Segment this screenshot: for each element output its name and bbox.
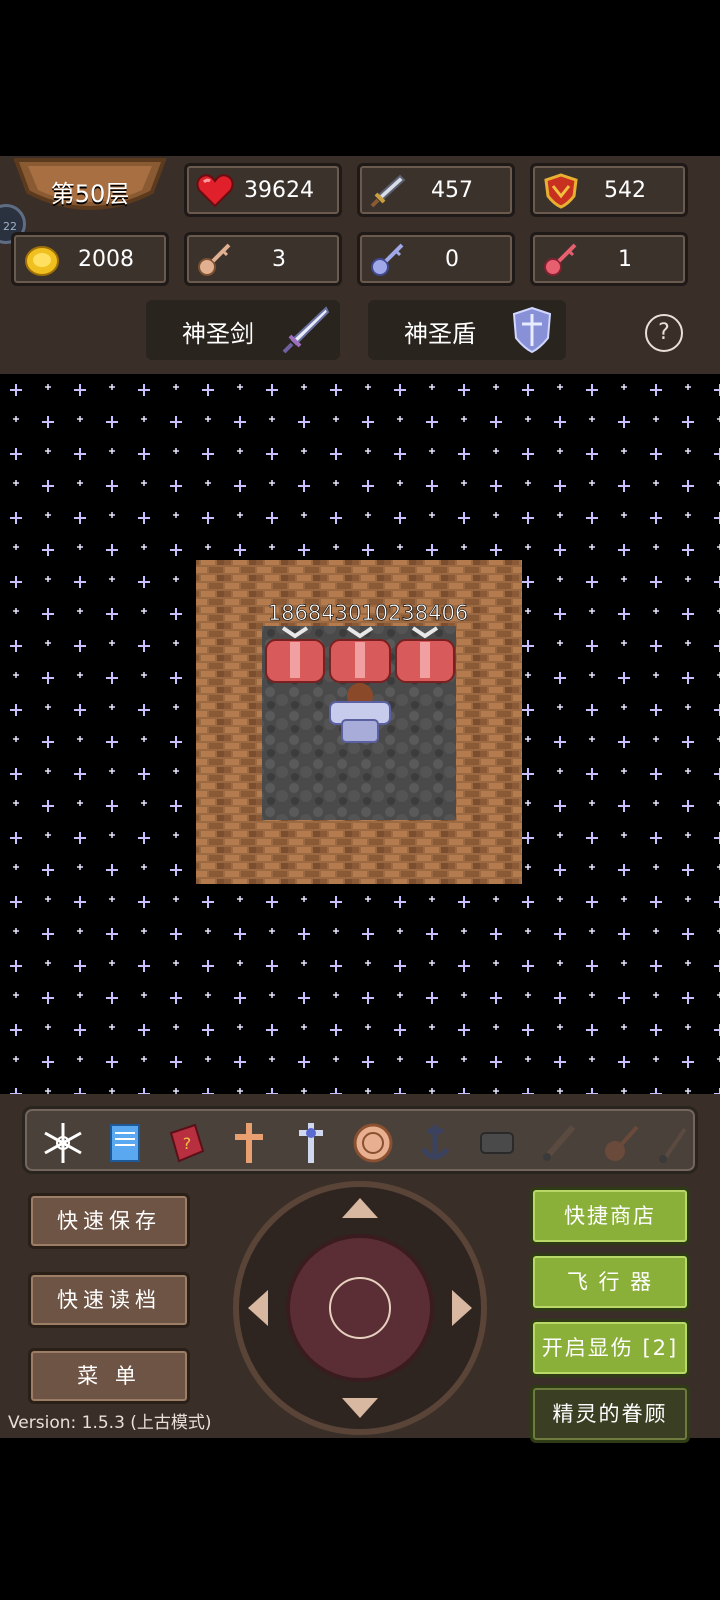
staff-icon[interactable] [649,1119,697,1167]
quick-save-button[interactable]: 快速保存 [28,1193,190,1249]
weapon-slot[interactable]: 神圣剑 [146,300,340,360]
attack-value: 457 [431,178,473,203]
floor-badge: 第50层 [14,158,166,218]
menu-button[interactable]: 菜 单 [28,1348,190,1404]
quick-shop-button[interactable]: 快捷商店 [530,1187,690,1245]
hp-stat: 39624 [184,163,342,217]
weapon-name: 神圣剑 [182,320,254,348]
quick-load-button[interactable]: 快速读档 [28,1272,190,1328]
show-damage-button[interactable]: 开启显伤 [2] [530,1319,690,1377]
pickaxe-icon[interactable] [535,1119,583,1167]
game-board[interactable]: 186843010238406 [0,374,720,1094]
floor-label: 第50层 [50,180,130,208]
holy-shield-icon [512,306,552,354]
version-label: Version: 1.5.3 (上古模式) [8,1413,212,1433]
blue-key-value: 0 [445,247,459,272]
damage-readout: 186843010238406 [268,601,468,625]
medal-icon[interactable] [349,1119,397,1167]
monster-book-icon[interactable]: ? [163,1119,211,1167]
notebook-icon[interactable] [101,1119,149,1167]
yellow-key-value: 3 [272,247,286,272]
snowflake-icon[interactable] [39,1119,87,1167]
blue-key-stat: 0 [357,232,515,286]
item-toolbar: ? [22,1106,698,1174]
gold-stat: 2008 [11,232,169,286]
red-key-stat: 1 [530,232,688,286]
anchor-icon[interactable] [411,1119,459,1167]
defense-value: 542 [604,178,646,203]
spirit-blessing-button[interactable]: 精灵的眷顾 [530,1385,690,1443]
svg-text:?: ? [183,1134,192,1153]
armor-slot[interactable]: 神圣盾 [368,300,566,360]
scroll-icon[interactable] [473,1119,521,1167]
holy-water-icon[interactable] [287,1119,335,1167]
attack-stat: 457 [357,163,515,217]
holy-sword-icon [282,306,330,354]
armor-name: 神圣盾 [404,320,476,348]
cross-icon[interactable] [225,1119,273,1167]
yellow-key-stat: 3 [184,232,342,286]
red-key-value: 1 [618,247,632,272]
gold-value: 2008 [78,247,134,272]
guitar-icon[interactable] [597,1119,645,1167]
defense-stat: 542 [530,163,688,217]
flyer-button[interactable]: 飞 行 器 [530,1253,690,1311]
hp-value: 39624 [244,178,314,203]
help-button[interactable]: ? [645,314,683,352]
direction-pad[interactable] [232,1180,488,1436]
